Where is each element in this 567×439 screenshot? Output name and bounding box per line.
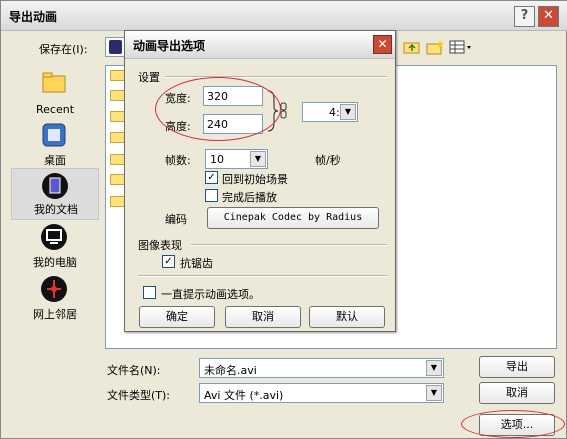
place-label: 我的文档 [34,203,78,216]
divider [138,275,387,277]
view-menu-icon[interactable] [449,39,473,55]
folder-icon[interactable] [110,174,125,185]
up-folder-icon[interactable] [403,39,421,55]
dialog-close-button[interactable]: ✕ [373,35,392,54]
window-title: 导出动画 [9,10,58,24]
place-label: 我的电脑 [33,256,77,269]
my-documents-icon [109,40,122,54]
folder-icon[interactable] [110,196,125,207]
fps-select[interactable]: 10 ▼ [205,149,268,169]
aspect-ratio-select[interactable]: 4: ▼ [302,102,358,122]
window-titlebar: 导出动画 ? ✕ [1,1,567,31]
place-my-documents[interactable]: 我的文档 [11,168,99,220]
place-label: 桌面 [44,154,66,167]
folder-icon[interactable] [110,70,125,81]
network-places-icon [41,276,67,302]
fps-value: 10 [210,153,224,166]
folder-icon[interactable] [110,154,125,165]
codec-button[interactable]: Cinepak Codec by Radius [207,207,379,229]
help-button[interactable]: ? [514,6,535,27]
place-label: 网上邻居 [33,308,77,321]
folder-icon[interactable] [110,90,125,101]
export-button[interactable]: 导出 [479,356,555,378]
place-recent[interactable]: Recent [11,66,99,118]
always-show-checkbox[interactable] [143,286,156,299]
default-button[interactable]: 默认 [309,306,385,328]
place-network[interactable]: 网上邻居 [11,272,99,324]
antialias-label: 抗锯齿 [180,257,213,270]
ok-button[interactable]: 确定 [139,306,215,328]
folder-icon[interactable] [110,111,125,122]
filename-value: 未命名.avi [204,364,257,377]
animation-export-options-dialog: 动画导出选项 ✕ 设置 宽度: 320 高度: 240 4: ▼ 帧数: 10 … [124,30,396,332]
folder-icon[interactable] [110,132,125,143]
antialias-checkbox[interactable]: ✓ [162,255,175,268]
my-documents-icon [42,173,68,199]
image-quality-label: 图像表现 [138,239,182,252]
fps-label: 帧数: [165,154,191,167]
new-folder-icon[interactable] [426,39,444,55]
dialog-title: 动画导出选项 [133,39,206,53]
settings-label: 设置 [138,71,160,84]
filename-input[interactable]: 未命名.avi ▼ [199,358,444,378]
place-my-computer[interactable]: 我的电脑 [11,220,99,272]
loop-label: 完成后播放 [222,191,277,204]
filename-label: 文件名(N): [107,364,161,377]
filetype-label: 文件类型(T): [107,389,171,402]
place-desktop[interactable]: 桌面 [11,118,99,170]
codec-label: 编码 [165,213,187,226]
filetype-value: Avi 文件 (*.avi) [204,389,284,402]
filetype-select[interactable]: Avi 文件 (*.avi) ▼ [199,383,444,403]
chevron-down-icon[interactable]: ▼ [426,360,442,376]
annotation-ellipse [461,410,565,438]
cancel-button[interactable]: 取消 [479,382,555,404]
chevron-down-icon[interactable]: ▼ [340,104,356,120]
aspect-ratio-value: 4: [329,106,340,119]
dialog-cancel-button[interactable]: 取消 [225,306,301,328]
place-label: Recent [35,103,75,116]
save-in-label: 保存在(I): [39,43,88,56]
close-button[interactable]: ✕ [538,6,559,27]
always-show-label: 一直提示动画选项。 [161,288,260,301]
fps-unit: 帧/秒 [315,154,341,167]
annotation-ellipse [155,77,281,141]
chevron-down-icon[interactable]: ▼ [250,151,266,167]
chevron-down-icon[interactable]: ▼ [426,385,442,401]
dialog-titlebar: 动画导出选项 ✕ [125,31,395,59]
divider [191,244,387,246]
my-computer-icon [41,224,67,250]
recent-icon [42,72,66,93]
desktop-icon [42,123,66,147]
loop-checkbox[interactable] [205,189,218,202]
rewind-label: 回到初始场景 [222,173,288,186]
rewind-checkbox[interactable]: ✓ [205,171,218,184]
places-bar: Recent 桌面 我的文档 我的电脑 网上邻居 [11,66,99,326]
